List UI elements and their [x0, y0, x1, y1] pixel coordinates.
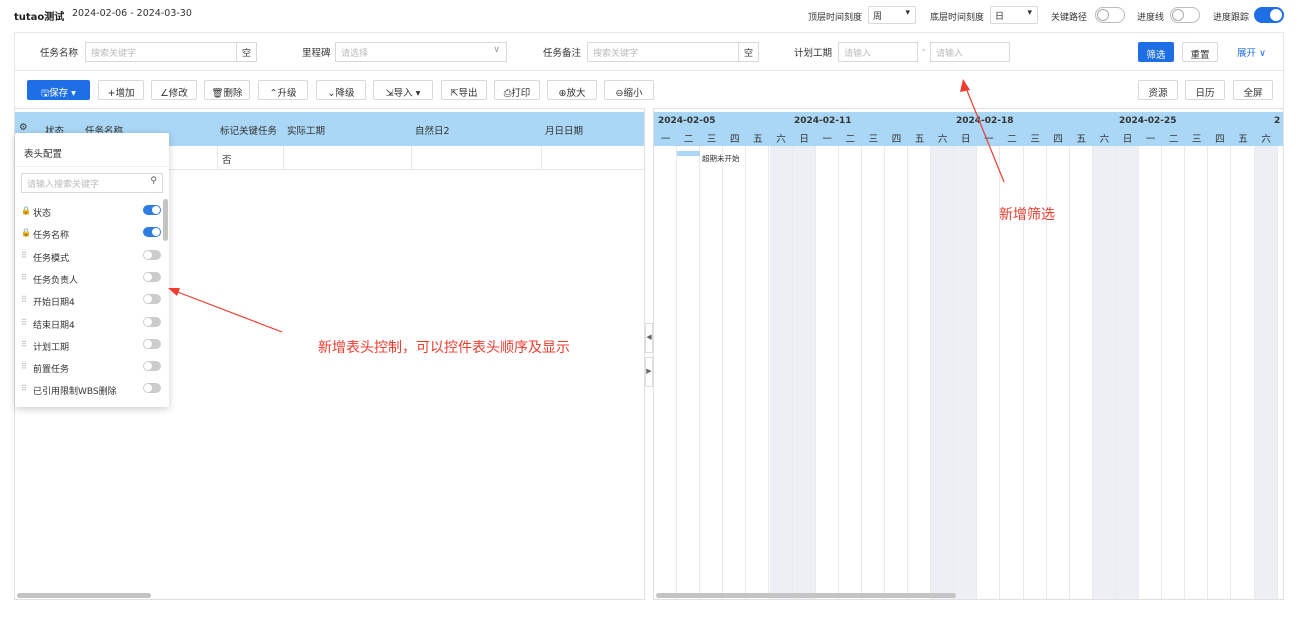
- arrow-head-new-filter: [960, 79, 970, 92]
- arrow-line-new-filter: [965, 87, 1005, 183]
- arrow-head-column-control: [168, 288, 180, 296]
- annotation-column-control: 新增表头控制，可以控件表头顺序及显示: [318, 340, 570, 356]
- annotation-new-filter: 新增筛选: [999, 207, 1055, 223]
- arrow-line-column-control: [174, 290, 283, 333]
- annotation-arrows: [168, 79, 1005, 333]
